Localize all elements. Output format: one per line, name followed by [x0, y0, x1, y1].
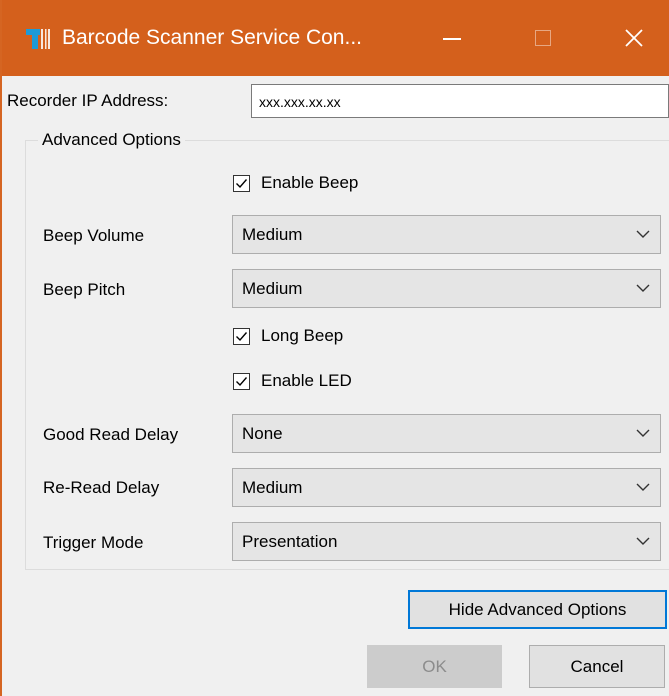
recorder-ip-label: Recorder IP Address: — [7, 91, 169, 110]
enable-led-label: Enable LED — [261, 371, 352, 390]
reread-delay-value: Medium — [242, 478, 303, 497]
minimize-button[interactable] — [418, 0, 486, 76]
ok-button[interactable]: OK — [367, 645, 502, 688]
beep-pitch-label: Beep Pitch — [43, 280, 126, 299]
cancel-button[interactable]: Cancel — [529, 645, 665, 688]
trigger-mode-value: Presentation — [242, 532, 338, 551]
trigger-mode-label: Trigger Mode — [43, 533, 144, 552]
window-title: Barcode Scanner Service Con... — [62, 26, 362, 49]
long-beep-label: Long Beep — [261, 326, 344, 345]
chevron-down-icon — [636, 284, 650, 292]
maximize-button[interactable] — [509, 0, 577, 76]
chevron-down-icon — [636, 537, 650, 545]
checkbox-check-icon — [233, 327, 250, 345]
app-icon — [26, 27, 50, 51]
checkbox-check-icon — [233, 174, 250, 192]
good-read-delay-label: Good Read Delay — [43, 425, 179, 444]
chevron-down-icon — [636, 230, 650, 238]
title-bar[interactable]: Barcode Scanner Service Con... — [2, 0, 669, 76]
good-read-delay-value: None — [242, 424, 283, 443]
dialog-window: Barcode Scanner Service Con... Recorder … — [0, 0, 669, 696]
long-beep-checkbox[interactable]: Long Beep — [233, 324, 343, 348]
enable-led-checkbox[interactable]: Enable LED — [233, 369, 352, 393]
beep-volume-select[interactable]: Medium — [232, 215, 661, 254]
beep-volume-label: Beep Volume — [43, 226, 145, 245]
enable-beep-label: Enable Beep — [261, 173, 359, 192]
advanced-options-label: Advanced Options — [38, 130, 185, 150]
hide-advanced-options-button[interactable]: Hide Advanced Options — [408, 590, 667, 629]
good-read-delay-select[interactable]: None — [232, 414, 661, 453]
reread-delay-select[interactable]: Medium — [232, 468, 661, 507]
checkbox-check-icon — [233, 372, 250, 390]
close-icon — [625, 29, 643, 47]
trigger-mode-select[interactable]: Presentation — [232, 522, 661, 561]
chevron-down-icon — [636, 483, 650, 491]
enable-beep-checkbox[interactable]: Enable Beep — [233, 171, 358, 195]
recorder-ip-input[interactable]: xxx.xxx.xx.xx — [251, 84, 669, 118]
minimize-icon — [443, 38, 461, 40]
reread-delay-label: Re-Read Delay — [43, 478, 160, 497]
maximize-icon — [535, 30, 551, 46]
chevron-down-icon — [636, 429, 650, 437]
beep-pitch-value: Medium — [242, 279, 303, 298]
beep-volume-value: Medium — [242, 225, 303, 244]
close-button[interactable] — [600, 0, 668, 76]
beep-pitch-select[interactable]: Medium — [232, 269, 661, 308]
